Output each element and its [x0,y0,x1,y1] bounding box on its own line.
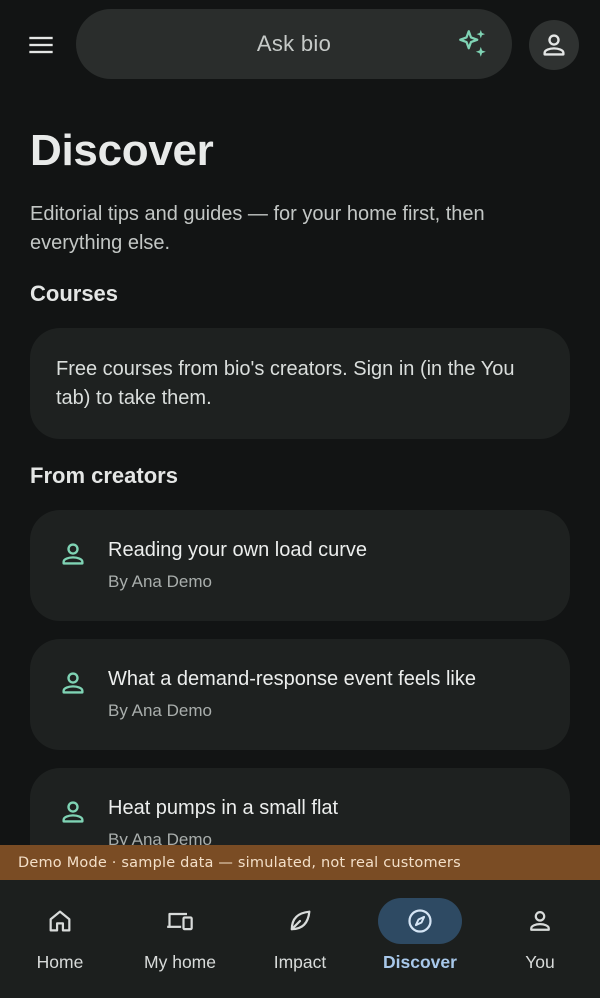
courses-info-text: Free courses from bio's creators. Sign i… [56,358,515,409]
nav-item-you[interactable]: You [480,880,600,998]
account-avatar-button[interactable] [529,20,579,70]
compass-icon [408,909,432,933]
nav-icon-container [258,898,342,944]
app-root: Ask bio Discover Editorial tips and guid… [0,0,600,998]
article-card[interactable]: Heat pumps in a small flat By Ana Demo [30,768,570,845]
hamburger-menu-icon [29,36,53,54]
page-title: Discover [30,126,214,175]
article-title: Heat pumps in a small flat [108,797,339,819]
home-icon [49,910,71,932]
search-placeholder: Ask bio [256,31,332,56]
courses-info-card: Free courses from bio's creators. Sign i… [30,328,570,439]
article-author: By Ana Demo [108,701,212,720]
person-icon [543,34,565,56]
nav-item-impact[interactable]: Impact [240,880,360,998]
sparkle-icon[interactable] [456,27,490,61]
demo-mode-text: Demo Mode · sample data — simulated, not… [18,854,461,871]
article-title: Reading your own load curve [108,539,368,561]
person-icon [530,911,550,931]
page-intro: Editorial tips and guides — for your hom… [30,203,485,254]
article-title: What a demand-response event feels like [108,668,476,690]
demo-mode-banner: Demo Mode · sample data — simulated, not… [0,845,600,880]
top-app-bar: Ask bio [0,0,600,88]
nav-icon-container [18,898,102,944]
nav-icon-container [138,898,222,944]
ask-bio-search-bar[interactable]: Ask bio [76,9,512,79]
person-icon [62,801,84,823]
menu-button[interactable] [20,24,62,66]
nav-label: Discover [383,952,457,972]
devices-icon [167,912,193,931]
person-icon [62,672,84,694]
nav-icon-container [378,898,462,944]
nav-item-discover[interactable]: Discover [360,880,480,998]
article-author: By Ana Demo [108,830,212,845]
nav-label: My home [144,952,216,972]
nav-label: Home [36,952,84,972]
article-card[interactable]: What a demand-response event feels like … [30,639,570,750]
nav-label: You [525,952,555,972]
article-card[interactable]: Reading your own load curve By Ana Demo [30,510,570,621]
discover-content[interactable]: Discover Editorial tips and guides — for… [0,88,600,845]
nav-icon-container [498,898,582,944]
courses-section-title: Courses [30,281,119,306]
leaf-icon [290,910,311,931]
nav-item-home[interactable]: Home [0,880,120,998]
article-author: By Ana Demo [108,572,212,591]
person-icon [62,543,84,565]
creators-section-title: From creators [30,463,178,488]
nav-label: Impact [273,952,327,972]
nav-item-my-home[interactable]: My home [120,880,240,998]
bottom-navigation: Home My home Impact Discover You [0,880,600,998]
